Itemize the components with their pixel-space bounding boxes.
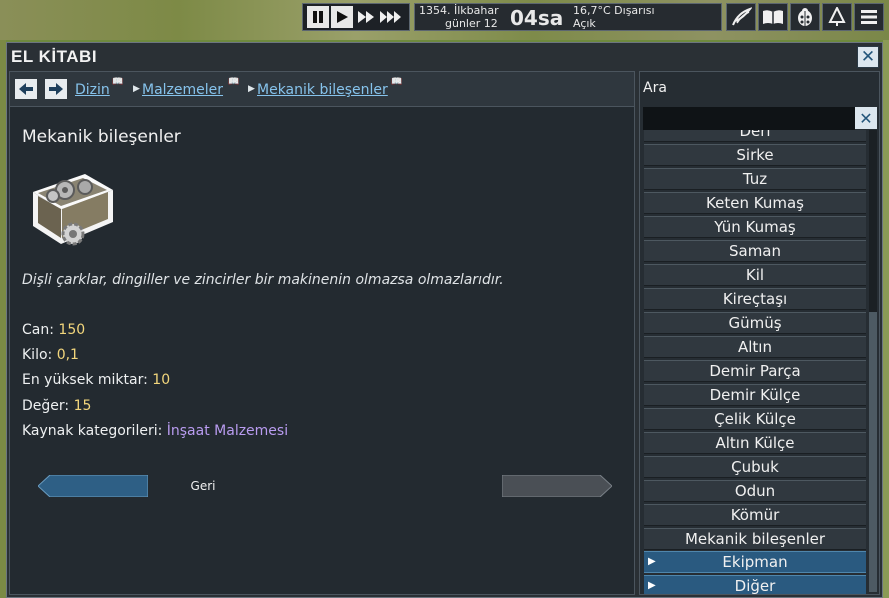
chevron-right-icon: ▶ <box>248 84 255 94</box>
book-icon <box>763 10 783 24</box>
fast-forward-button[interactable] <box>355 6 377 28</box>
list-item[interactable]: Kömür <box>644 504 866 526</box>
chevron-right-icon: ▶ <box>133 84 140 94</box>
date-day: günler 12 <box>445 17 498 30</box>
pause-button[interactable] <box>307 6 329 28</box>
list-item[interactable]: Saman <box>644 240 866 262</box>
stat-weight: Kilo: 0,1 <box>22 347 79 363</box>
stat-health: Can: 150 <box>22 322 85 338</box>
clock-hour: 04sa <box>510 6 564 30</box>
speed-controls <box>302 3 410 31</box>
ladybug-icon <box>798 8 812 26</box>
entry-description: Dişli çarklar, dingiller ve zincirler bi… <box>22 272 504 288</box>
stat-label: En yüksek miktar: <box>22 372 153 388</box>
list-item[interactable]: Yün Kumaş <box>644 216 866 238</box>
book-icon: 📖 <box>391 77 403 87</box>
handbook-window: EL KİTABI ✕ Dizin 📖 ▶ Malzemeler 📖 ▶ Mek… <box>6 42 883 598</box>
list-item[interactable]: Altın Külçe <box>644 432 866 454</box>
category-label: Diğer <box>734 577 776 595</box>
breadcrumb-link-materials[interactable]: Malzemeler <box>142 82 223 98</box>
stat-max-stack: En yüksek miktar: 10 <box>22 372 170 388</box>
scrollbar-thumb[interactable] <box>869 312 877 592</box>
window-title: EL KİTABI <box>11 47 98 66</box>
next-button[interactable]: Sonraki <box>501 474 690 498</box>
mechanical-components-icon <box>33 174 113 246</box>
back-button[interactable] <box>15 79 37 99</box>
resource-category-link[interactable]: İnşaat Malzemesi <box>167 423 288 439</box>
stat-label: Kaynak kategorileri: <box>22 423 167 439</box>
previous-button-label: Geri <box>190 479 216 493</box>
menu-icon <box>861 10 877 24</box>
category-row-equipment[interactable]: ▶ Ekipman <box>644 551 866 573</box>
pause-icon <box>313 11 323 23</box>
arrow-right-icon <box>49 83 63 95</box>
list-item[interactable]: Sirke <box>644 144 866 166</box>
category-row-other[interactable]: ▶ Diğer <box>644 575 866 595</box>
list-item[interactable]: Çelik Külçe <box>644 408 866 430</box>
list-item[interactable]: Kil <box>644 264 866 286</box>
toolbar-right <box>726 3 886 31</box>
stat-label: Can: <box>22 322 59 338</box>
book-icon: 📖 <box>228 77 240 87</box>
nature-button[interactable] <box>822 3 852 31</box>
arrow-left-icon <box>19 83 33 95</box>
stat-resource-categories: Kaynak kategorileri: İnşaat Malzemesi <box>22 423 288 439</box>
arrow-left-shape <box>37 474 149 498</box>
main-menu-button[interactable] <box>854 3 884 31</box>
breadcrumb-link-mechanical-components[interactable]: Mekanik bileşenler <box>257 82 388 98</box>
stat-value: 150 <box>58 322 86 338</box>
index-sidebar: Ara ✕ Deri Sirke Tuz Keten Kumaş Yün Kum… <box>639 71 880 595</box>
breadcrumb-link-index[interactable]: Dizin <box>75 82 110 98</box>
stat-value: 15 <box>73 398 92 414</box>
quill-button[interactable] <box>726 3 756 31</box>
creatures-button[interactable] <box>790 3 820 31</box>
tree-icon <box>828 7 846 26</box>
date-time-panel: 1354. İlkbahar günler 12 04sa 16,7°C Dış… <box>414 3 722 31</box>
expand-arrow-icon: ▶ <box>648 580 656 591</box>
entry-list: Deri Sirke Tuz Keten Kumaş Yün Kumaş Sam… <box>644 130 867 595</box>
arrow-right-shape <box>501 474 613 498</box>
list-item[interactable]: Demir Parça <box>644 360 866 382</box>
list-item[interactable]: Odun <box>644 480 866 502</box>
temperature: 16,7°C Dışarısı <box>573 4 655 17</box>
entry-title: Mekanik bileşenler <box>22 127 181 147</box>
play-icon <box>337 11 348 23</box>
weather: Açık <box>573 17 596 30</box>
fast-forward-icon <box>358 11 374 23</box>
list-item[interactable]: Tuz <box>644 168 866 190</box>
expand-arrow-icon: ▶ <box>648 556 656 567</box>
category-label: Ekipman <box>722 553 788 571</box>
list-item-selected[interactable]: Mekanik bileşenler <box>644 528 866 550</box>
stat-label: Kilo: <box>22 347 57 363</box>
list-item[interactable]: Demir Külçe <box>644 384 866 406</box>
previous-button[interactable]: Geri <box>37 474 215 498</box>
window-close-button[interactable]: ✕ <box>857 46 879 68</box>
stat-label: Değer: <box>22 398 74 414</box>
play-button[interactable] <box>331 6 353 28</box>
game-background-right <box>883 40 889 598</box>
entry-panel: Dizin 📖 ▶ Malzemeler 📖 ▶ Mekanik bileşen… <box>9 71 690 595</box>
stat-value: 0,1 <box>56 347 79 363</box>
fastest-button[interactable] <box>379 6 401 28</box>
breadcrumb: Dizin 📖 ▶ Malzemeler 📖 ▶ Mekanik bileşen… <box>10 72 634 107</box>
list-item[interactable]: Altın <box>644 336 866 358</box>
stat-value-price: Değer: 15 <box>22 398 91 414</box>
forward-button[interactable] <box>45 79 67 99</box>
search-input[interactable] <box>643 107 855 130</box>
list-item[interactable]: Gümüş <box>644 312 866 334</box>
quill-icon <box>732 7 752 26</box>
book-icon: 📖 <box>112 77 124 87</box>
search-clear-button[interactable]: ✕ <box>855 107 877 129</box>
search-label: Ara <box>643 80 667 96</box>
date-year-season: 1354. İlkbahar <box>419 4 499 17</box>
list-item[interactable]: Keten Kumaş <box>644 192 866 214</box>
fastest-icon <box>380 11 401 23</box>
list-item[interactable]: Çubuk <box>644 456 866 478</box>
handbook-button[interactable] <box>758 3 788 31</box>
list-item[interactable]: Kireçtaşı <box>644 288 866 310</box>
stat-value: 10 <box>152 372 171 388</box>
list-item[interactable]: Deri <box>644 130 866 142</box>
